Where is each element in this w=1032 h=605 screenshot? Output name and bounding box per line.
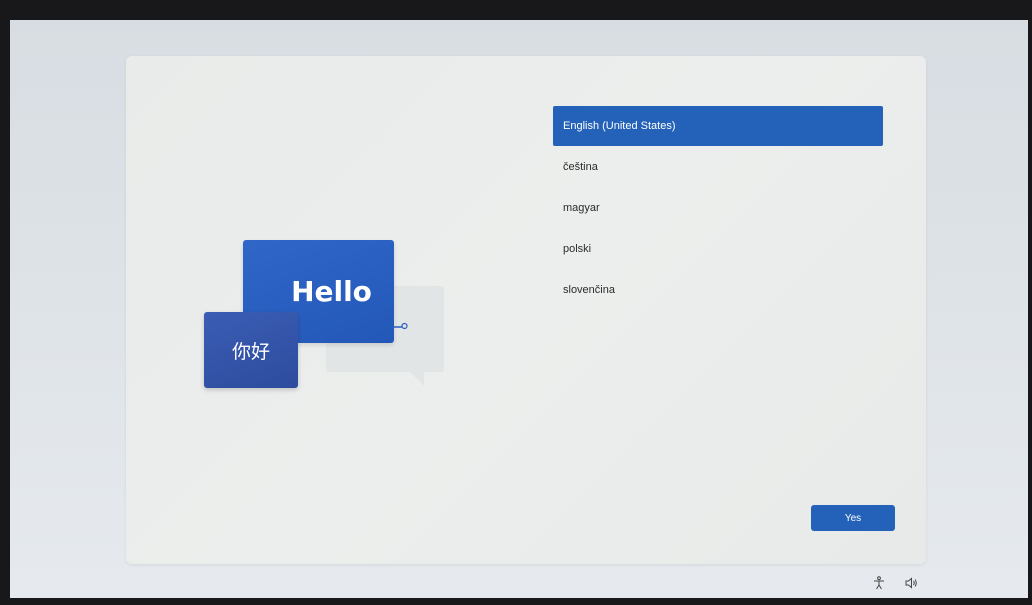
language-item-hungarian[interactable]: magyar <box>553 188 883 228</box>
gray-speech-bubble-tail <box>410 372 424 386</box>
accessibility-icon[interactable] <box>872 576 886 590</box>
yes-button[interactable]: Yes <box>811 505 895 531</box>
volume-icon[interactable] <box>904 576 918 590</box>
monitor-frame: Hello 你好 English (United States) čeština… <box>0 0 1032 605</box>
language-item-slovak[interactable]: slovenčina <box>553 270 883 310</box>
language-item-english-us[interactable]: English (United States) <box>553 106 883 146</box>
language-illustration: Hello 你好 <box>204 238 454 408</box>
nihao-text: 你好 <box>231 340 270 363</box>
language-list: English (United States) čeština magyar p… <box>553 106 883 311</box>
bubble-connector <box>394 322 408 330</box>
oobe-screen: Hello 你好 English (United States) čeština… <box>10 20 1028 598</box>
language-item-polish[interactable]: polski <box>553 229 883 269</box>
language-item-czech[interactable]: čeština <box>553 147 883 187</box>
nihao-speech-bubble: 你好 <box>204 312 298 388</box>
setup-card: Hello 你好 English (United States) čeština… <box>126 56 926 564</box>
system-tray <box>872 576 918 590</box>
hello-text: Hello <box>291 275 372 308</box>
